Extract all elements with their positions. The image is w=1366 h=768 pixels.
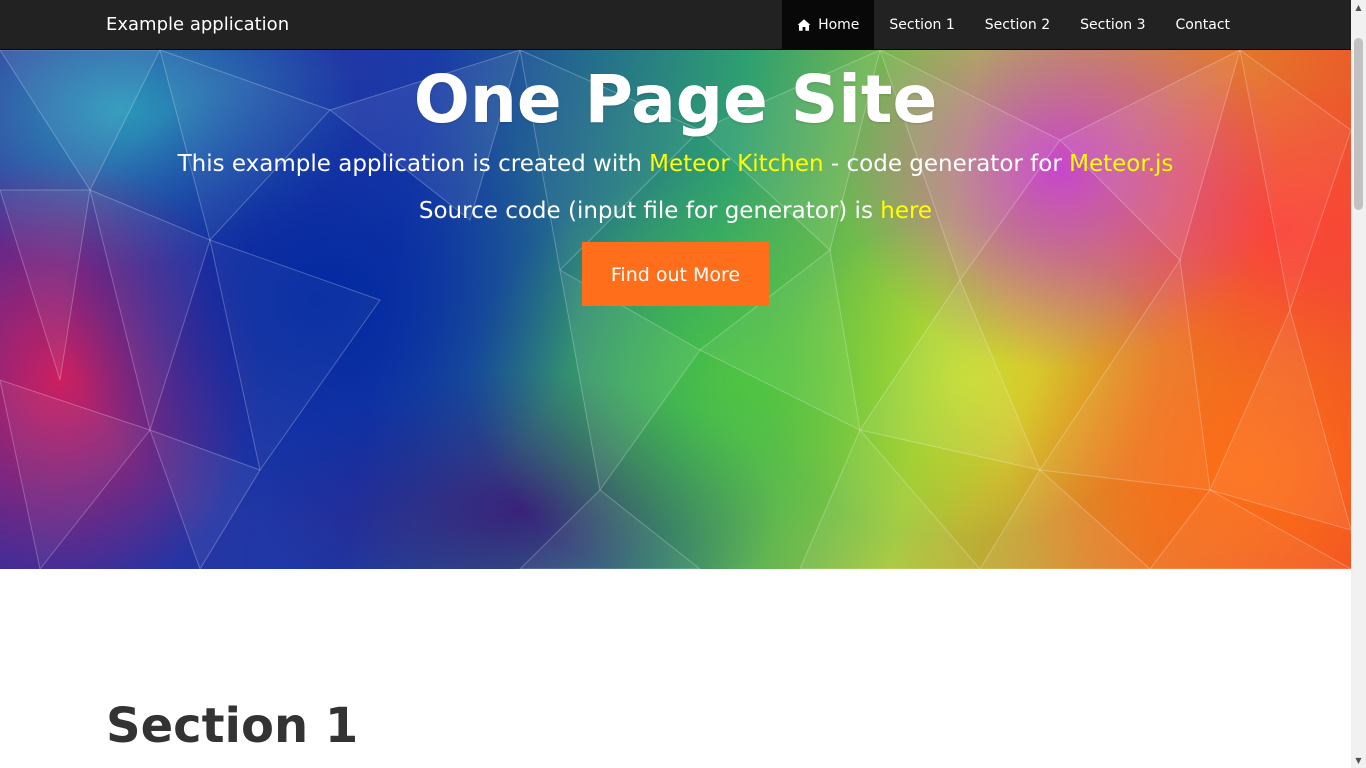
hero-line-2-text: Source code (input file for generator) i… bbox=[418, 198, 881, 224]
nav-item-section-1-label: Section 1 bbox=[889, 17, 955, 33]
page-scrollbar[interactable]: ▲ ▼ bbox=[1351, 0, 1366, 768]
meteorjs-link[interactable]: Meteor.js bbox=[1069, 151, 1173, 177]
page: Example application Home Section 1 Secti… bbox=[0, 0, 1351, 768]
home-icon bbox=[797, 19, 811, 31]
brand-link[interactable]: Example application bbox=[106, 0, 289, 50]
hero-title: One Page Site bbox=[413, 61, 938, 138]
scroll-down-arrow-icon[interactable]: ▼ bbox=[1351, 753, 1366, 768]
top-navbar: Example application Home Section 1 Secti… bbox=[0, 0, 1351, 50]
hero-line-1-text-b: - code generator for bbox=[823, 151, 1070, 177]
meteor-kitchen-link[interactable]: Meteor Kitchen bbox=[649, 151, 823, 177]
nav-item-home[interactable]: Home bbox=[782, 0, 875, 50]
nav-item-section-1[interactable]: Section 1 bbox=[874, 0, 969, 50]
scroll-thumb[interactable] bbox=[1354, 38, 1363, 210]
find-out-more-button[interactable]: Find out More bbox=[582, 242, 769, 306]
hero-subtitle-line-1: This example application is created with… bbox=[0, 149, 1351, 179]
hero-subtitle-line-2: Source code (input file for generator) i… bbox=[0, 196, 1351, 226]
hero-line-1-text-a: This example application is created with bbox=[177, 151, 650, 177]
section-1-heading: Section 1 bbox=[106, 698, 359, 754]
nav-item-section-2-label: Section 2 bbox=[984, 17, 1051, 33]
nav-item-contact[interactable]: Contact bbox=[1161, 0, 1245, 50]
nav-item-section-3-label: Section 3 bbox=[1080, 17, 1146, 33]
nav-menu: Home Section 1 Section 2 Section 3 Conta… bbox=[782, 0, 1245, 50]
nav-item-section-3[interactable]: Section 3 bbox=[1065, 0, 1160, 50]
source-code-link[interactable]: here bbox=[880, 198, 932, 224]
nav-item-home-label: Home bbox=[818, 17, 860, 33]
hero-section: One Page Site This example application i… bbox=[0, 50, 1351, 569]
nav-item-section-2[interactable]: Section 2 bbox=[970, 0, 1065, 50]
nav-item-contact-label: Contact bbox=[1175, 17, 1230, 33]
scroll-up-arrow-icon[interactable]: ▲ bbox=[1351, 0, 1366, 15]
